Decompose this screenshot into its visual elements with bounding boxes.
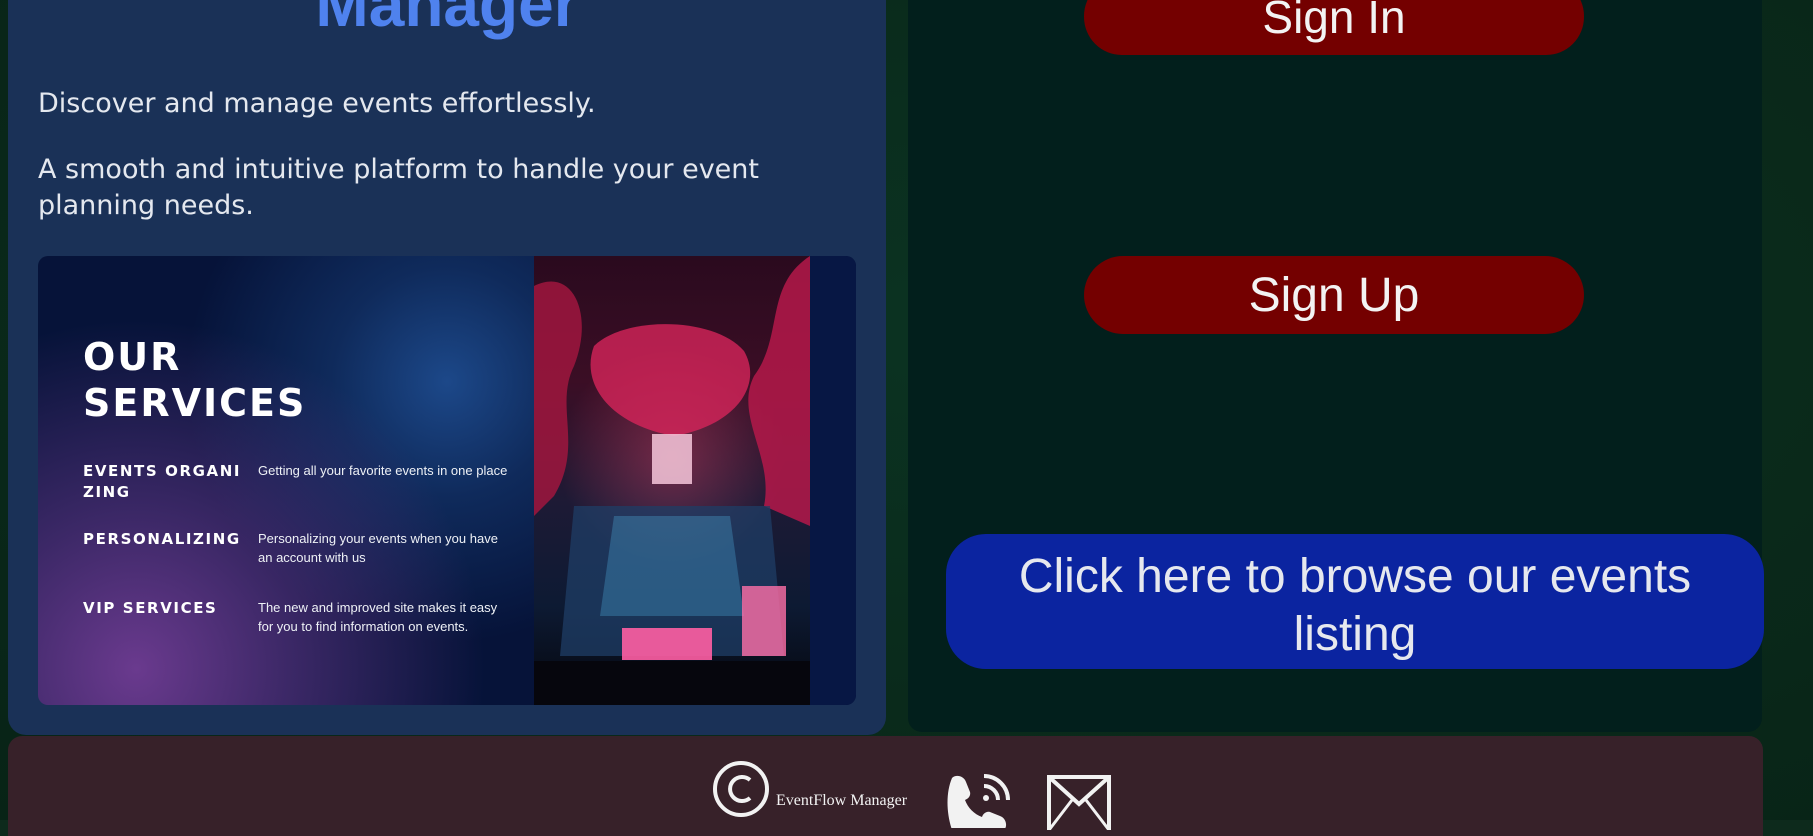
service-name: PERSONALIZING	[83, 530, 241, 548]
footer: EventFlow Manager	[8, 736, 1763, 836]
footer-brand: EventFlow Manager	[776, 792, 908, 809]
tagline-primary: Discover and manage events effortlessly.	[38, 88, 596, 119]
service-description: Getting all your favorite events in one …	[258, 463, 508, 478]
copyright-icon	[712, 760, 770, 818]
services-heading: OUR SERVICES	[83, 335, 307, 425]
tagline-secondary: A smooth and intuitive platform to handl…	[38, 154, 759, 221]
service-name: VIP SERVICES	[83, 599, 218, 617]
intro-panel: Manager Discover and manage events effor…	[8, 0, 886, 735]
services-banner: OUR SERVICES EVENTS ORGANIZING Getting a…	[38, 256, 856, 705]
sign-up-button[interactable]: Sign Up	[1084, 256, 1584, 334]
browse-events-button[interactable]: Click here to browse our events listing	[946, 534, 1764, 669]
mail-icon[interactable]	[1046, 774, 1112, 835]
service-name: EVENTS ORGANIZING	[83, 462, 242, 501]
concert-photo	[534, 256, 810, 705]
service-description: The new and improved site makes it easy …	[258, 600, 498, 634]
sign-in-button[interactable]: Sign In	[1084, 0, 1584, 55]
banner-edge	[810, 256, 856, 705]
service-description: Personalizing your events when you have …	[258, 531, 498, 565]
page-title: Manager	[315, 0, 579, 40]
concert-stage-illustration	[534, 256, 810, 705]
